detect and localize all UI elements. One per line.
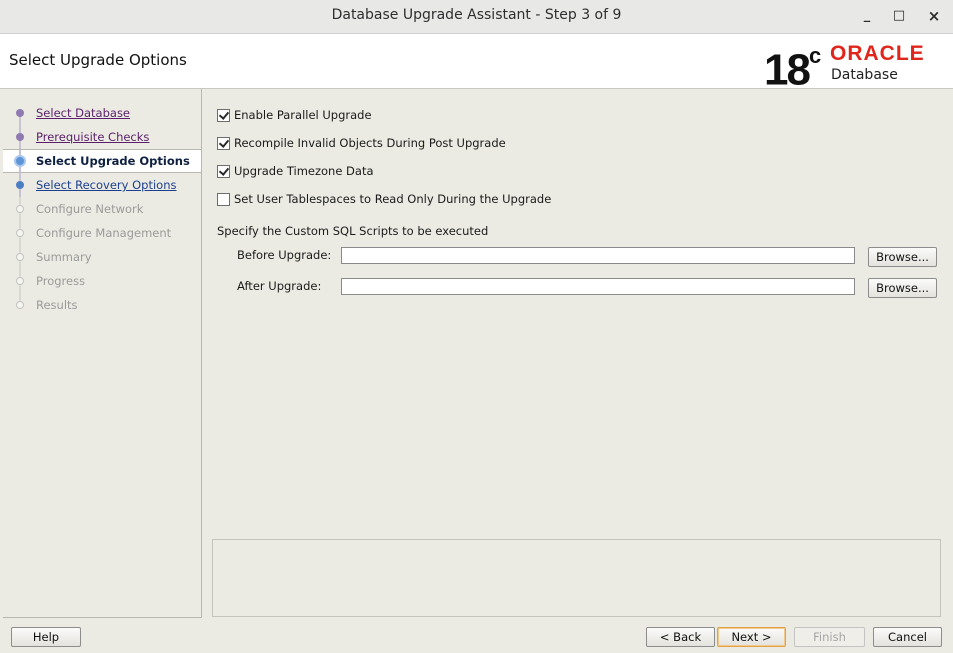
option-label: Enable Parallel Upgrade xyxy=(234,108,372,122)
step-progress: Progress xyxy=(3,269,201,293)
step-connector xyxy=(19,141,21,149)
step-connector xyxy=(19,261,21,269)
step-label[interactable]: Select Database xyxy=(36,106,130,120)
step-configure-management: Configure Management xyxy=(3,221,201,245)
option-label: Recompile Invalid Objects During Post Up… xyxy=(234,136,506,150)
after-upgrade-label: After Upgrade: xyxy=(237,279,322,293)
logo-brand: ORACLE xyxy=(830,42,925,65)
step-configure-network: Configure Network xyxy=(3,197,201,221)
option-label: Set User Tablespaces to Read Only During… xyxy=(234,192,552,206)
step-indicator-icon xyxy=(16,277,24,285)
step-indicator-icon xyxy=(16,229,24,237)
help-button[interactable]: Help xyxy=(11,627,81,647)
step-select-recovery-options[interactable]: Select Recovery Options xyxy=(3,173,201,197)
step-connector xyxy=(19,197,21,205)
oracle-logo: 18c ORACLE Database xyxy=(764,39,949,93)
step-indicator-icon xyxy=(16,133,24,141)
step-connector xyxy=(19,237,21,245)
step-connector xyxy=(19,117,21,125)
checkbox[interactable] xyxy=(217,109,230,122)
step-select-upgrade-options[interactable]: Select Upgrade Options xyxy=(3,149,201,174)
option-label: Upgrade Timezone Data xyxy=(234,164,374,178)
logo-product: Database xyxy=(831,67,898,83)
after-upgrade-input[interactable] xyxy=(341,278,855,295)
checkbox[interactable] xyxy=(217,165,230,178)
message-area xyxy=(212,539,941,617)
after-upgrade-browse-button[interactable]: Browse... xyxy=(868,278,937,298)
before-upgrade-input[interactable] xyxy=(341,247,855,264)
step-label[interactable]: Prerequisite Checks xyxy=(36,130,149,144)
step-connector xyxy=(19,189,21,197)
step-label: Configure Management xyxy=(36,226,172,240)
finish-button: Finish xyxy=(794,627,865,647)
custom-scripts-label: Specify the Custom SQL Scripts to be exe… xyxy=(217,224,489,238)
checkbox[interactable] xyxy=(217,193,230,206)
step-connector xyxy=(19,125,21,133)
step-indicator-icon xyxy=(16,301,24,309)
window-titlebar: Database Upgrade Assistant - Step 3 of 9… xyxy=(0,0,953,34)
step-indicator-icon xyxy=(16,181,24,189)
step-select-database[interactable]: Select Database xyxy=(3,101,201,125)
step-label: Configure Network xyxy=(36,202,144,216)
step-summary: Summary xyxy=(3,245,201,269)
step-connector xyxy=(19,285,21,293)
page-title: Select Upgrade Options xyxy=(9,51,187,69)
step-label: Results xyxy=(36,298,78,312)
logo-version: 18c xyxy=(764,43,822,95)
step-indicator-icon xyxy=(16,253,24,261)
step-label[interactable]: Select Upgrade Options xyxy=(36,154,190,168)
step-indicator-icon xyxy=(14,155,26,167)
step-results: Results xyxy=(3,293,201,317)
step-label: Summary xyxy=(36,250,92,264)
step-connector xyxy=(19,221,21,229)
step-connector xyxy=(19,213,21,221)
step-indicator-icon xyxy=(16,109,24,117)
close-icon[interactable]: × xyxy=(924,6,944,26)
before-upgrade-label: Before Upgrade: xyxy=(237,248,332,262)
button-bar: Help < Back Next > Finish Cancel xyxy=(0,618,953,653)
window-title: Database Upgrade Assistant - Step 3 of 9 xyxy=(331,7,622,23)
step-prerequisite-checks[interactable]: Prerequisite Checks xyxy=(3,125,201,149)
minimize-icon[interactable]: _ xyxy=(857,6,877,26)
step-label[interactable]: Select Recovery Options xyxy=(36,178,176,192)
step-navigation: Select Database Prerequisite Checks Select… xyxy=(3,89,202,618)
step-connector xyxy=(19,245,21,253)
cancel-button[interactable]: Cancel xyxy=(873,627,942,647)
page-header: Select Upgrade Options 18c ORACLE Databa… xyxy=(0,34,953,93)
step-connector xyxy=(19,293,21,301)
maximize-icon[interactable]: □ xyxy=(889,6,909,26)
step-label: Progress xyxy=(36,274,86,288)
step-indicator-icon xyxy=(16,205,24,213)
checkbox[interactable] xyxy=(217,137,230,150)
before-upgrade-browse-button[interactable]: Browse... xyxy=(868,247,937,267)
next-button[interactable]: Next > xyxy=(717,627,786,647)
main-content: Enable Parallel Upgrade Recompile Invali… xyxy=(203,89,953,617)
step-connector xyxy=(19,269,21,277)
back-button[interactable]: < Back xyxy=(646,627,715,647)
step-connector xyxy=(19,173,21,181)
